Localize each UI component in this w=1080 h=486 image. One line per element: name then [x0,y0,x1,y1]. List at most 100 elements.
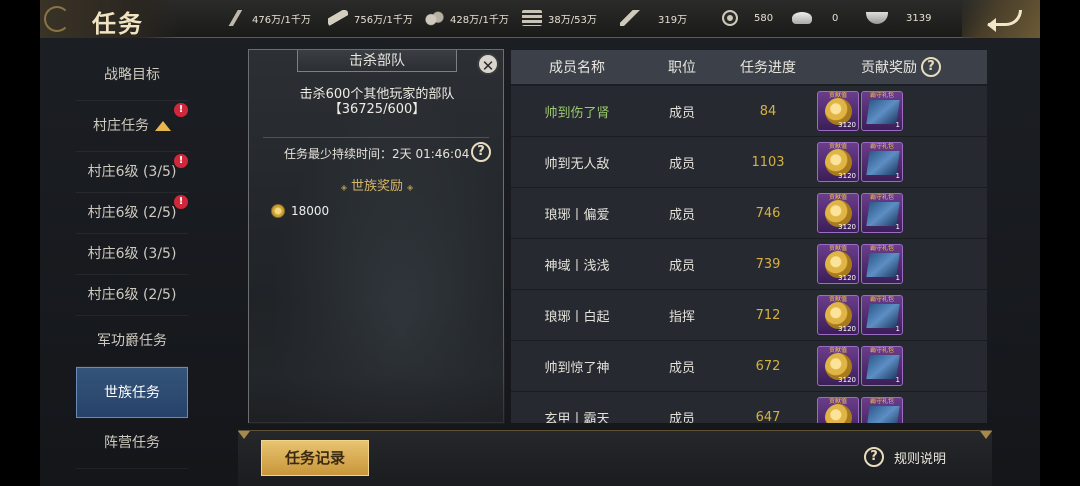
resource-feather: 319万 [620,8,687,28]
contribution-medal-item[interactable]: 贡献值 3120 [817,193,859,233]
resource-silver: 3139 [866,8,931,28]
sidebar-item-village-lv6-d[interactable]: 村庄6级 (2/5) [76,275,188,316]
table-row[interactable]: 琅琊丨白起 指挥 712 贡献值 3120 霸守礼包 1 [511,290,987,341]
duration-help-button[interactable]: ? [471,142,491,162]
task-screen: 任务 476万/1千万 756万/1千万 428万/1千万 38万/53万 31… [40,0,1040,486]
gift-pack-item[interactable]: 霸守礼包 1 [861,91,903,131]
sidebar-item-village-lv6-c[interactable]: 村庄6级 (3/5) [76,234,188,275]
sidebar-item-village-tasks[interactable]: 村庄任务 ! [76,101,188,152]
header-reward-label: 贡献奖励 [861,60,917,76]
feather-icon [620,10,640,26]
mission-progress: 【36725/600】 [328,102,426,117]
sidebar-item-label: 村庄6级 (3/5) [87,246,177,262]
member-name: 神域丨浅浅 [544,258,610,274]
table-row[interactable]: 帅到无人敌 成员 1103 贡献值 3120 霸守礼包 1 [511,137,987,188]
background-scenery [249,300,505,424]
table-row[interactable]: 琅琊丨偏爱 成员 746 贡献值 3120 霸守礼包 1 [511,188,987,239]
top-bar: 任务 476万/1千万 756万/1千万 428万/1千万 38万/53万 31… [40,0,1040,38]
close-button[interactable]: ✕ [477,53,499,75]
item-count: 3120 [838,172,856,180]
table-header: 成员名称 职位 任务进度 贡献奖励 ? [511,50,987,84]
iron-icon [522,10,542,26]
grain-icon [226,10,246,26]
page-title: 任务 [92,9,144,38]
back-button[interactable] [962,0,1040,38]
resource-value: 580 [754,12,774,24]
stone-icon [424,10,444,26]
resource-value: 756万/1千万 [354,14,413,26]
item-count: 3120 [838,274,856,282]
sidebar-item-village-lv6-a[interactable]: 村庄6级 (3/5) ! [76,152,188,193]
contribution-medal-item[interactable]: 贡献值 3120 [817,346,859,386]
sidebar-item-label: 战略目标 [104,67,160,83]
sidebar-item-label: 村庄6级 (2/5) [87,287,177,303]
contribution-medal-item[interactable]: 贡献值3120 [817,397,859,423]
gift-pack-item[interactable]: 霸守礼包1 [861,295,903,335]
sidebar-item-military-rank[interactable]: 军功爵任务 [76,316,188,367]
item-label: 霸守礼包 [869,347,894,354]
item-label: 贡献值 [828,347,847,354]
copper-coin-icon [722,10,738,26]
contribution-medal-item[interactable]: 贡献值 3120 [817,244,859,284]
contribution-medal-item[interactable]: 贡献值3120 [817,91,859,131]
table-row[interactable]: 神域丨浅浅 成员 739 贡献值 3120 霸守礼包 1 [511,239,987,290]
item-label: 霸守礼包 [869,92,894,99]
sidebar-item-faction-tasks[interactable]: 阵营任务 [76,418,188,469]
corner-ornament-icon [238,431,250,439]
member-progress: 672 [755,358,781,374]
gold-ingot-icon [792,12,812,24]
item-label: 贡献值 [828,92,847,99]
sidebar-item-clan-tasks[interactable]: 世族任务 [76,367,188,418]
member-name: 帅到惊了神 [544,360,610,376]
resource-grain: 476万/1千万 [226,8,311,28]
member-role: 成员 [668,105,695,121]
item-count: 3120 [838,376,856,384]
contribution-medal-item[interactable]: 贡献值3120 [817,295,859,335]
item-label: 贡献值 [828,245,847,252]
item-count: 1 [895,376,900,384]
resource-stone: 428万/1千万 [424,8,509,28]
item-count: 3120 [838,223,856,231]
gift-pack-item[interactable]: 霸守礼包1 [861,193,903,233]
item-label: 贡献值 [828,296,847,303]
item-label: 贡献值 [828,194,847,201]
gift-pack-icon [866,406,900,423]
member-role: 成员 [668,207,695,223]
gift-pack-item[interactable]: 霸守礼包1 [861,397,903,423]
member-progress: 746 [755,205,781,221]
reward-items: 贡献值3120霸守礼包1 [815,397,987,423]
member-role: 成员 [668,411,695,424]
resource-value: 476万/1千万 [252,14,311,26]
sidebar-item-strategic-goals[interactable]: 战略目标 [76,50,188,101]
table-row[interactable]: 玄甲丨霸天 成员 647 贡献值3120霸守礼包1 [511,392,987,423]
diamond-ornament-icon: ◈ [340,183,347,192]
resource-value: 0 [832,12,839,24]
resource-copper: 580 [722,8,773,28]
item-label: 霸守礼包 [869,245,894,252]
table-body: 帅到伤了肾 成员 84 贡献值 3120 霸守礼包 1 帅到无人敌 成员 1103 贡献值 3120 霸… [511,86,987,423]
item-label: 贡献值 [828,143,847,150]
title-plate: 任务 [40,0,180,38]
reward-items: 贡献值3120 霸守礼包 1 [815,91,987,131]
gift-pack-item[interactable]: 霸守礼包 1 [861,346,903,386]
reward-help-button[interactable]: ? [921,57,941,77]
mission-duration: 任务最少持续时间：2天 01:46:04 [284,147,470,161]
member-role: 成员 [668,360,695,376]
task-records-button[interactable]: 任务记录 [261,440,369,476]
item-count: 1 [895,121,900,129]
diamond-ornament-icon: ◈ [407,183,414,192]
gift-pack-item[interactable]: 霸守礼包1 [861,142,903,182]
gift-pack-item[interactable]: 霸守礼包1 [861,244,903,284]
rules-button[interactable]: ? 规则说明 [864,447,946,467]
alert-badge: ! [174,154,188,168]
table-row[interactable]: 帅到伤了肾 成员 84 贡献值 3120 霸守礼包 1 [511,86,987,137]
reward-heading: ◈ 世族奖励 ◈ [249,175,505,194]
medal-icon [825,404,852,423]
resource-value: 319万 [658,14,688,26]
member-role: 成员 [668,156,695,172]
reward-heading-label: 世族奖励 [350,179,403,194]
contribution-medal-item[interactable]: 贡献值 3120 [817,142,859,182]
table-row[interactable]: 帅到惊了神 成员 672 贡献值 3120 霸守礼包 1 [511,341,987,392]
member-role: 成员 [668,258,695,274]
sidebar-item-village-lv6-b[interactable]: 村庄6级 (2/5) ! [76,193,188,234]
